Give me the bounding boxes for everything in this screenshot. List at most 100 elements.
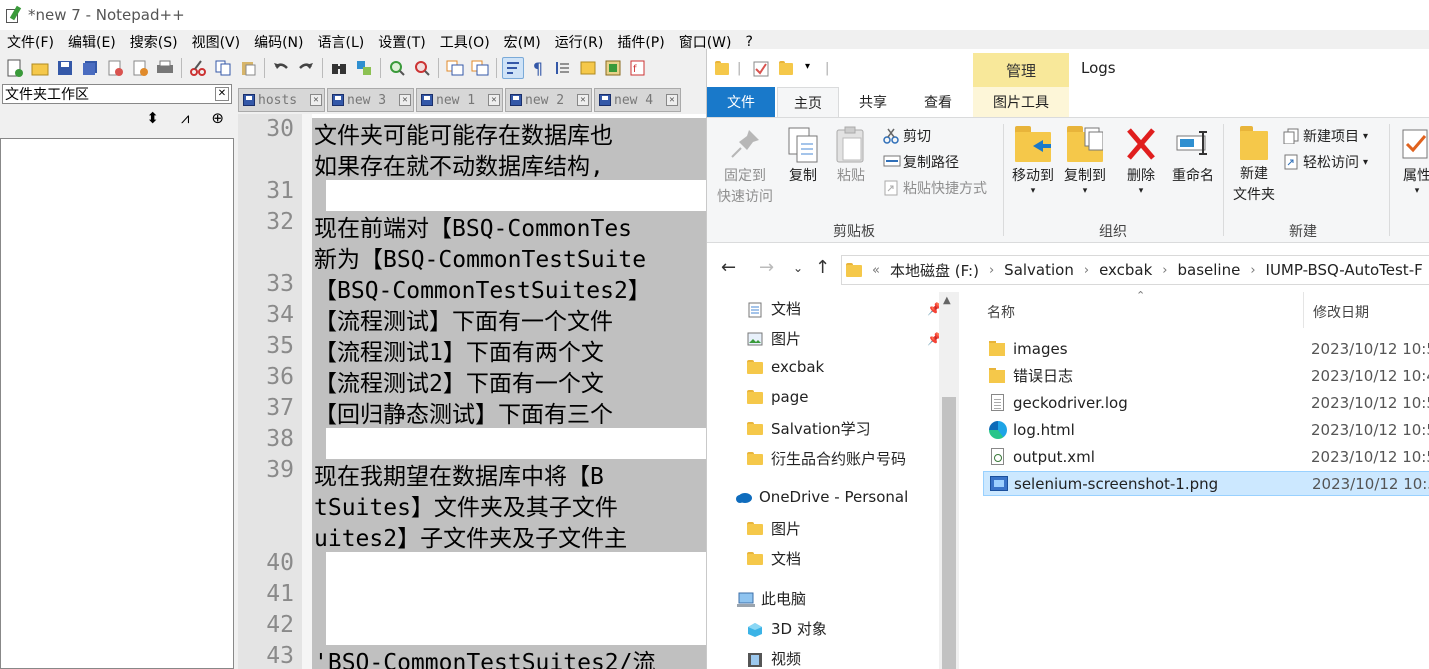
menu-macro[interactable]: 宏(M)	[497, 32, 548, 52]
doc-map-icon[interactable]	[602, 57, 624, 79]
user-language-icon[interactable]	[577, 57, 599, 79]
column-header-name[interactable]: 名称	[987, 302, 1015, 322]
menu-settings[interactable]: 设置(T)	[371, 32, 432, 52]
close-icon[interactable]: ✕	[577, 94, 589, 106]
paste-shortcut-button[interactable]: 粘贴快捷方式	[883, 178, 987, 198]
file-row[interactable]: selenium-screenshot-1.png 2023/10/12 10:5	[983, 471, 1429, 496]
tab-new-4[interactable]: new 4 ✕	[594, 88, 681, 112]
nav-item-page[interactable]: page	[747, 388, 808, 406]
function-list-icon[interactable]: f	[627, 57, 649, 79]
locate-current-file-icon[interactable]: ⬍	[146, 109, 159, 127]
new-folder-button[interactable]: 新建 文件夹	[1229, 126, 1279, 206]
code-line[interactable]: 现在我期望在数据库中将【B	[314, 457, 604, 491]
code-line[interactable]: 'BSQ-CommonTestSuites2/流	[314, 643, 656, 669]
tab-share[interactable]: 共享	[845, 87, 901, 117]
chevron-right-icon[interactable]: ›	[1084, 263, 1089, 278]
easy-access-button[interactable]: 轻松访问 ▾	[1283, 152, 1368, 172]
delete-button[interactable]: 删除 ▾	[1121, 126, 1161, 196]
nav-item-this-pc[interactable]: 此电脑	[737, 588, 806, 609]
code-line[interactable]: 【回归静态测试】下面有三个	[314, 395, 613, 429]
zoom-in-icon[interactable]	[386, 57, 408, 79]
replace-icon[interactable]	[353, 57, 375, 79]
breadcrumb-baseline[interactable]: baseline	[1178, 261, 1241, 279]
menu-tools[interactable]: 工具(O)	[433, 32, 497, 52]
zoom-out-icon[interactable]	[411, 57, 433, 79]
properties-button[interactable]: 属性 ▾	[1397, 126, 1429, 196]
overflow-chevron-icon[interactable]: «	[872, 263, 880, 278]
tab-new-1[interactable]: new 1 ✕	[416, 88, 503, 112]
show-all-chars-icon[interactable]: ¶	[527, 57, 549, 79]
chevron-down-icon[interactable]: ▾	[805, 61, 810, 72]
new-file-icon[interactable]	[4, 57, 26, 79]
nav-item-derivatives[interactable]: 衍生品合约账户号码	[747, 448, 906, 469]
breadcrumb-salvation[interactable]: Salvation	[1004, 261, 1074, 279]
menu-encoding[interactable]: 编码(N)	[247, 32, 310, 52]
crosshair-icon[interactable]: ⊕	[211, 109, 224, 127]
file-row[interactable]: output.xml 2023/10/12 10:5	[983, 444, 1429, 469]
folder-tree[interactable]	[0, 138, 234, 669]
nav-item-excbak[interactable]: excbak	[747, 358, 824, 376]
code-line[interactable]: 新为【BSQ-CommonTestSuite	[314, 240, 646, 274]
menu-file[interactable]: 文件(F)	[0, 32, 61, 52]
code-line[interactable]: 文件夹可能可能存在数据库也	[314, 116, 613, 150]
save-icon[interactable]	[54, 57, 76, 79]
close-icon[interactable]: ✕	[215, 87, 229, 101]
file-row[interactable]: geckodriver.log 2023/10/12 10:5	[983, 390, 1429, 415]
word-wrap-icon[interactable]	[502, 57, 524, 79]
code-line[interactable]: 【流程测试】下面有一个文件	[314, 302, 613, 336]
sync-vertical-icon[interactable]	[444, 57, 466, 79]
back-arrow-icon[interactable]: ←	[721, 257, 736, 278]
tab-home[interactable]: 主页	[777, 87, 839, 117]
close-icon[interactable]: ✕	[399, 94, 411, 106]
tab-new-3[interactable]: new 3 ✕	[327, 88, 414, 112]
copy-icon[interactable]	[212, 57, 234, 79]
tab-file[interactable]: 文件	[707, 87, 775, 117]
tab-hosts[interactable]: hosts ✕	[238, 88, 325, 112]
menu-search[interactable]: 搜索(S)	[123, 32, 185, 52]
close-icon[interactable]: ✕	[310, 94, 322, 106]
nav-item-pictures-pinned[interactable]: 图片 📌	[747, 328, 942, 349]
tab-view[interactable]: 查看	[909, 87, 967, 117]
menu-help[interactable]: ?	[739, 34, 760, 50]
tab-picture-tools[interactable]: 图片工具	[973, 87, 1069, 117]
nav-item-videos[interactable]: 视频	[747, 648, 801, 669]
breadcrumb-drive[interactable]: 本地磁盘 (F:)	[890, 260, 979, 281]
nav-scrollbar[interactable]: ▲	[939, 292, 959, 669]
file-row[interactable]: images 2023/10/12 10:5	[983, 336, 1429, 361]
menu-view[interactable]: 视图(V)	[185, 32, 248, 52]
undo-icon[interactable]	[270, 57, 292, 79]
tab-new-2[interactable]: new 2 ✕	[505, 88, 592, 112]
rename-button[interactable]: 重命名	[1169, 126, 1217, 187]
paste-button[interactable]: 粘贴	[831, 126, 871, 187]
open-file-icon[interactable]	[29, 57, 51, 79]
copy-path-button[interactable]: 复制路径	[883, 152, 959, 172]
redo-icon[interactable]	[295, 57, 317, 79]
nav-item-onedrive[interactable]: OneDrive - Personal	[735, 488, 908, 506]
code-line[interactable]: 现在前端对【BSQ-CommonTes	[314, 209, 632, 243]
copy-to-button[interactable]: 复制到 ▾	[1061, 126, 1109, 196]
close-icon[interactable]: ✕	[488, 94, 500, 106]
recent-locations-chevron-icon[interactable]: ⌄	[793, 261, 803, 275]
pin-to-quick-access-button[interactable]: 固定到 快速访问	[715, 126, 775, 208]
tab-manage[interactable]: 管理	[973, 53, 1069, 87]
indent-guide-icon[interactable]	[552, 57, 574, 79]
code-editor[interactable]: 30 31 32 33 34 35 36 37 38 39 40 41 42 43 文件夹可能可能存在数据…	[238, 114, 712, 669]
print-icon[interactable]	[154, 57, 176, 79]
sync-horizontal-icon[interactable]	[469, 57, 491, 79]
new-item-button[interactable]: 新建项目 ▾	[1283, 126, 1368, 146]
close-file-icon[interactable]	[104, 57, 126, 79]
code-line[interactable]: 【流程测试1】下面有两个文	[314, 333, 604, 367]
breadcrumb-excbak[interactable]: excbak	[1099, 261, 1152, 279]
save-all-icon[interactable]	[79, 57, 101, 79]
menu-run[interactable]: 运行(R)	[548, 32, 611, 52]
column-header-date[interactable]: 修改日期	[1313, 302, 1369, 322]
nav-item-documents-pinned[interactable]: 文档 📌	[747, 298, 942, 319]
nav-item-onedrive-documents[interactable]: 文档	[747, 548, 801, 569]
new-folder-quick-icon[interactable]	[779, 61, 793, 79]
paste-icon[interactable]	[237, 57, 259, 79]
nav-item-salvation-study[interactable]: Salvation学习	[747, 418, 871, 439]
chevron-right-icon[interactable]: ›	[1250, 263, 1255, 278]
forward-arrow-icon[interactable]: →	[759, 257, 774, 278]
menu-edit[interactable]: 编辑(E)	[61, 32, 123, 52]
breadcrumb-autotest[interactable]: IUMP-BSQ-AutoTest-F	[1266, 261, 1423, 279]
